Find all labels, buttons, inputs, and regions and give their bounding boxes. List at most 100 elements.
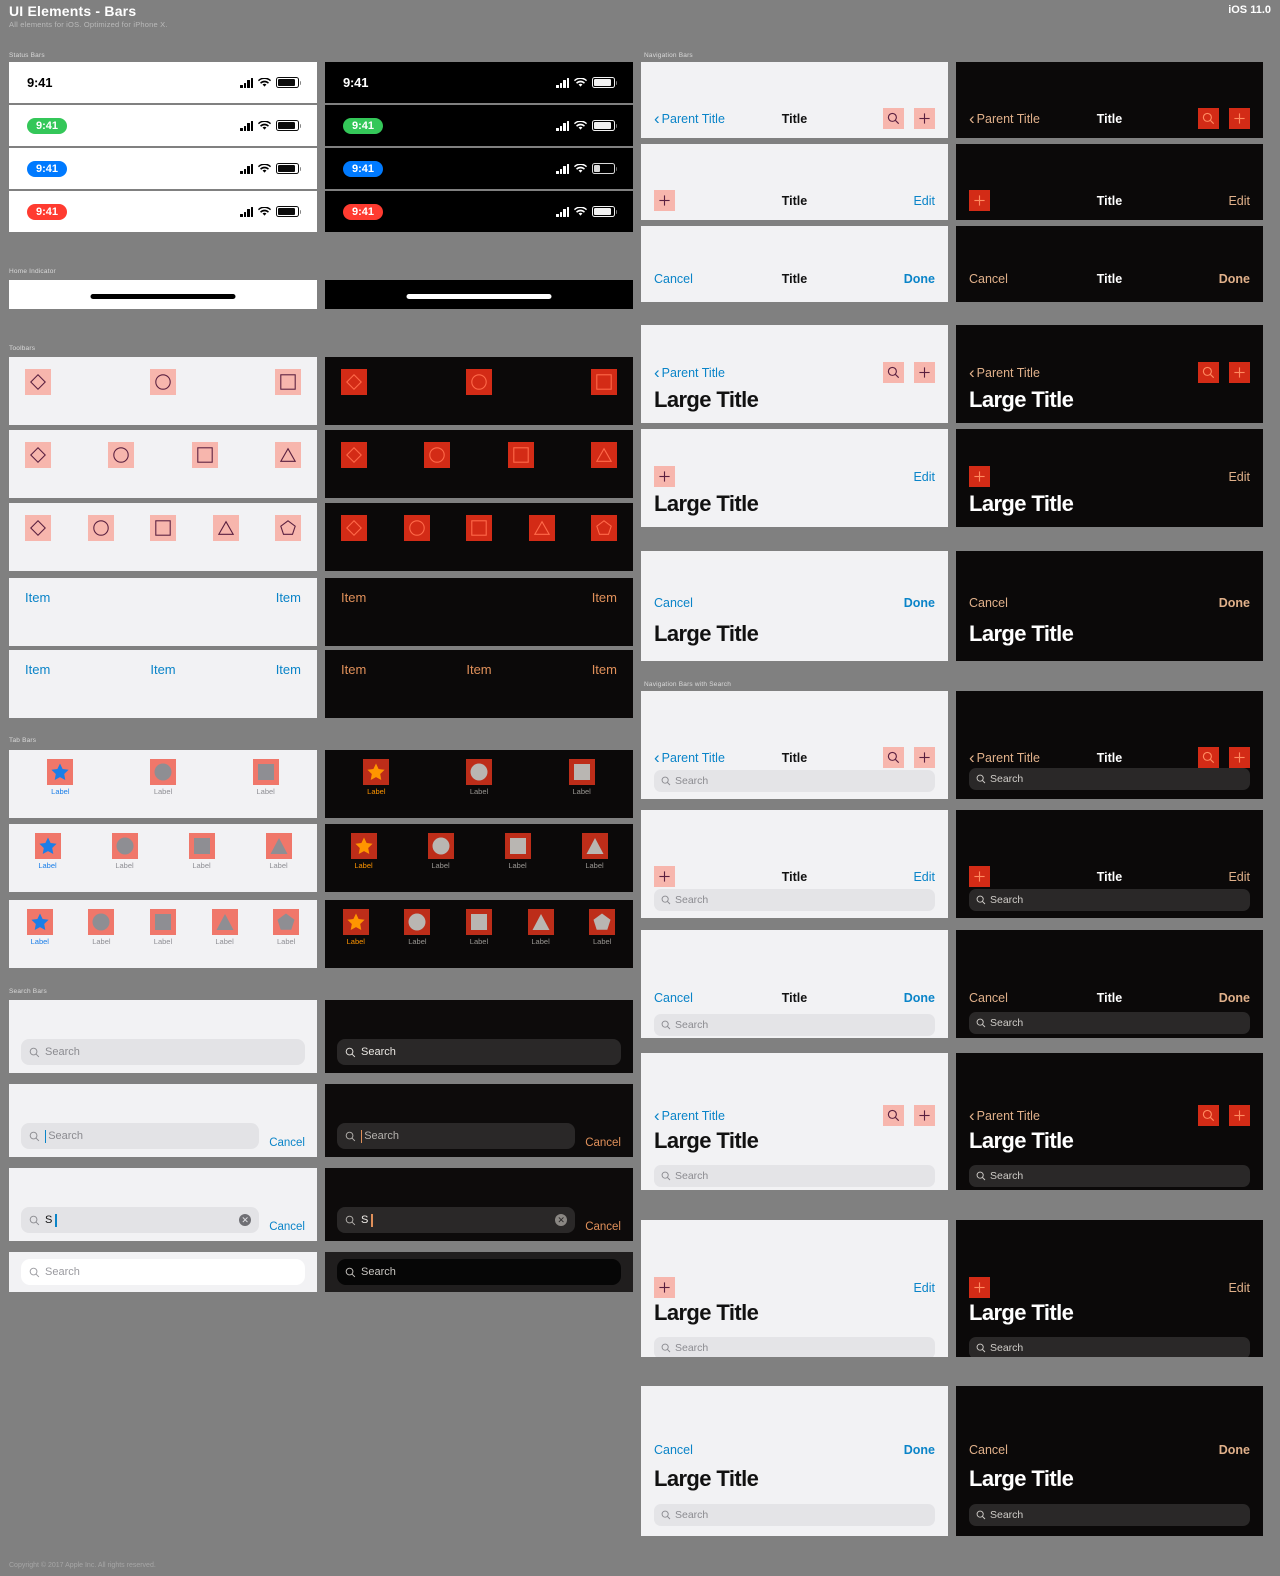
tab-item-2[interactable]: Label xyxy=(402,833,479,892)
plus-icon[interactable] xyxy=(1229,362,1250,383)
circle-icon[interactable] xyxy=(87,515,114,541)
pentagon-icon[interactable] xyxy=(591,515,617,541)
tab-item-1[interactable]: Label xyxy=(325,833,402,892)
search-input[interactable]: Search xyxy=(337,1259,621,1285)
tab-item-2[interactable]: Label xyxy=(387,909,449,968)
plus-icon[interactable] xyxy=(914,362,935,383)
tab-item-3[interactable]: Label xyxy=(448,909,510,968)
circle-icon[interactable] xyxy=(150,369,176,395)
plus-icon[interactable] xyxy=(654,866,675,887)
tab-item-1[interactable]: Label xyxy=(9,759,112,818)
nav-search-input[interactable]: Search xyxy=(654,889,935,911)
done-button[interactable]: Done xyxy=(1219,596,1250,610)
cancel-button[interactable]: Cancel xyxy=(969,991,1008,1005)
circle-icon[interactable] xyxy=(108,442,135,468)
toolbar-item-right[interactable]: Item xyxy=(276,662,301,677)
cancel-button[interactable]: Cancel xyxy=(969,1443,1008,1457)
plus-icon[interactable] xyxy=(654,1277,675,1298)
edit-button[interactable]: Edit xyxy=(913,1281,935,1295)
search-input[interactable]: Search xyxy=(21,1039,305,1065)
home-indicator-bar[interactable] xyxy=(90,294,236,299)
nav-search-input[interactable]: Search xyxy=(654,1504,935,1526)
plus-icon[interactable] xyxy=(969,866,990,887)
tab-item-2[interactable]: Label xyxy=(428,759,531,818)
tab-item-4[interactable]: Label xyxy=(556,833,633,892)
square-icon[interactable] xyxy=(591,369,617,395)
tab-item-5[interactable]: Label xyxy=(255,909,317,968)
plus-icon[interactable] xyxy=(1229,108,1250,129)
edit-button[interactable]: Edit xyxy=(913,470,935,484)
search-input[interactable]: Search xyxy=(21,1123,260,1149)
clear-icon[interactable]: ✕ xyxy=(555,1214,568,1226)
done-button[interactable]: Done xyxy=(1219,272,1250,286)
done-button[interactable]: Done xyxy=(904,596,935,610)
diamond-icon[interactable] xyxy=(341,442,367,468)
back-button[interactable]: ‹ Parent Title xyxy=(654,1107,725,1124)
search-icon[interactable] xyxy=(883,747,904,768)
plus-icon[interactable] xyxy=(654,190,675,211)
tab-item-2[interactable]: Label xyxy=(86,833,163,892)
done-button[interactable]: Done xyxy=(904,1443,935,1457)
toolbar-item-right[interactable]: Item xyxy=(276,590,301,605)
edit-button[interactable]: Edit xyxy=(1228,1281,1250,1295)
nav-search-input[interactable]: Search xyxy=(654,1337,935,1357)
tab-item-2[interactable]: Label xyxy=(71,909,133,968)
tab-item-3[interactable]: Label xyxy=(132,909,194,968)
nav-search-input[interactable]: Search xyxy=(654,770,935,792)
search-icon[interactable] xyxy=(883,1105,904,1126)
search-icon[interactable] xyxy=(1198,747,1219,768)
plus-icon[interactable] xyxy=(1229,1105,1250,1126)
tab-item-2[interactable]: Label xyxy=(112,759,215,818)
toolbar-item-right[interactable]: Item xyxy=(592,590,617,605)
search-input[interactable]: S ✕ xyxy=(337,1207,576,1233)
search-input[interactable]: Search xyxy=(337,1123,576,1149)
done-button[interactable]: Done xyxy=(904,272,935,286)
tab-item-3[interactable]: Label xyxy=(530,759,633,818)
cancel-button[interactable]: Cancel xyxy=(654,1443,693,1457)
toolbar-item-left[interactable]: Item xyxy=(341,662,366,677)
plus-icon[interactable] xyxy=(969,1277,990,1298)
toolbar-item-right[interactable]: Item xyxy=(592,662,617,677)
search-input[interactable]: Search xyxy=(337,1039,621,1065)
tab-item-3[interactable]: Label xyxy=(163,833,240,892)
diamond-icon[interactable] xyxy=(341,369,367,395)
nav-search-input[interactable]: Search xyxy=(969,1337,1250,1357)
edit-button[interactable]: Edit xyxy=(1228,194,1250,208)
done-button[interactable]: Done xyxy=(1219,991,1250,1005)
nav-search-input[interactable]: Search xyxy=(969,1012,1250,1034)
diamond-icon[interactable] xyxy=(341,515,367,541)
tab-item-4[interactable]: Label xyxy=(194,909,256,968)
tab-item-1[interactable]: Label xyxy=(325,909,387,968)
tab-item-4[interactable]: Label xyxy=(510,909,572,968)
triangle-icon[interactable] xyxy=(528,515,555,541)
search-input[interactable]: Search xyxy=(21,1259,305,1285)
toolbar-item-center[interactable]: Item xyxy=(466,662,491,677)
tab-item-1[interactable]: Label xyxy=(325,759,428,818)
search-icon[interactable] xyxy=(1198,362,1219,383)
search-cancel-button[interactable]: Cancel xyxy=(269,1137,305,1149)
plus-icon[interactable] xyxy=(654,466,675,487)
tab-item-1[interactable]: Label xyxy=(9,833,86,892)
plus-icon[interactable] xyxy=(969,190,990,211)
square-icon[interactable] xyxy=(275,369,301,395)
nav-search-input[interactable]: Search xyxy=(969,768,1250,790)
nav-search-input[interactable]: Search xyxy=(969,889,1250,911)
edit-button[interactable]: Edit xyxy=(913,870,935,884)
search-icon[interactable] xyxy=(1198,108,1219,129)
plus-icon[interactable] xyxy=(969,466,990,487)
diamond-icon[interactable] xyxy=(25,369,51,395)
back-button[interactable]: ‹ Parent Title xyxy=(969,1107,1040,1124)
diamond-icon[interactable] xyxy=(25,515,51,541)
back-button[interactable]: ‹ Parent Title xyxy=(969,110,1040,127)
search-icon[interactable] xyxy=(883,108,904,129)
square-icon[interactable] xyxy=(191,442,218,468)
nav-search-input[interactable]: Search xyxy=(969,1165,1250,1187)
search-input[interactable]: S ✕ xyxy=(21,1207,260,1233)
tab-item-5[interactable]: Label xyxy=(571,909,633,968)
triangle-icon[interactable] xyxy=(590,442,617,468)
toolbar-item-left[interactable]: Item xyxy=(341,590,366,605)
toolbar-item-center[interactable]: Item xyxy=(150,662,175,677)
search-cancel-button[interactable]: Cancel xyxy=(269,1221,305,1233)
back-button[interactable]: ‹ Parent Title xyxy=(969,364,1040,381)
toolbar-item-left[interactable]: Item xyxy=(25,662,50,677)
